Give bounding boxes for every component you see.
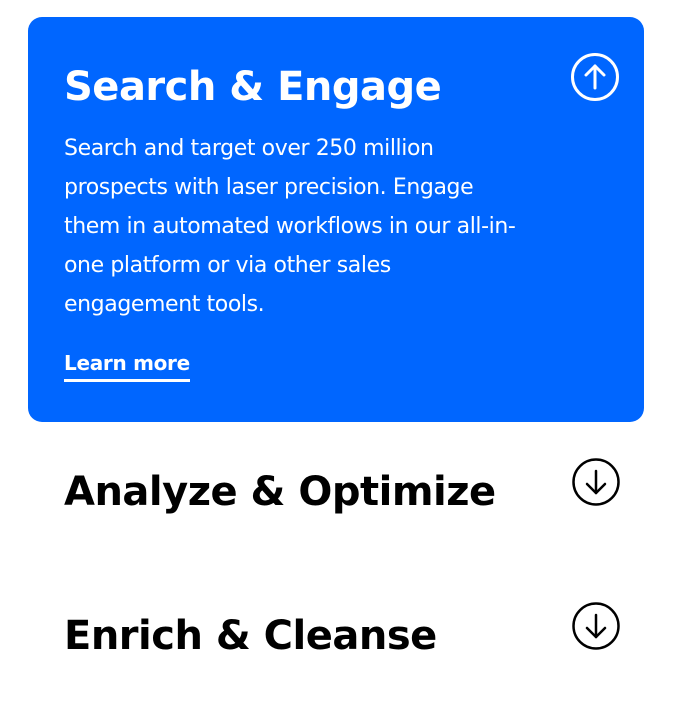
panel-description: Search and target over 250 million prosp…: [64, 136, 516, 317]
accordion-panel-search-engage: Search & Engage Search and target over 2…: [28, 17, 644, 422]
learn-more-link[interactable]: Learn more: [64, 348, 190, 382]
accordion-item-analyze-optimize[interactable]: Analyze & Optimize: [64, 466, 496, 518]
panel-title[interactable]: Search & Engage: [64, 61, 442, 113]
arrow-up-circle-icon: [571, 53, 619, 101]
accordion-item-enrich-cleanse[interactable]: Enrich & Cleanse: [64, 610, 437, 662]
arrow-down-circle-icon: [572, 458, 620, 506]
feature-accordion: Search & Engage Search and target over 2…: [0, 0, 673, 714]
expand-toggle-enrich-cleanse[interactable]: [572, 602, 620, 650]
expand-toggle-analyze-optimize[interactable]: [572, 458, 620, 506]
arrow-down-circle-icon: [572, 602, 620, 650]
collapse-toggle[interactable]: [571, 53, 619, 101]
